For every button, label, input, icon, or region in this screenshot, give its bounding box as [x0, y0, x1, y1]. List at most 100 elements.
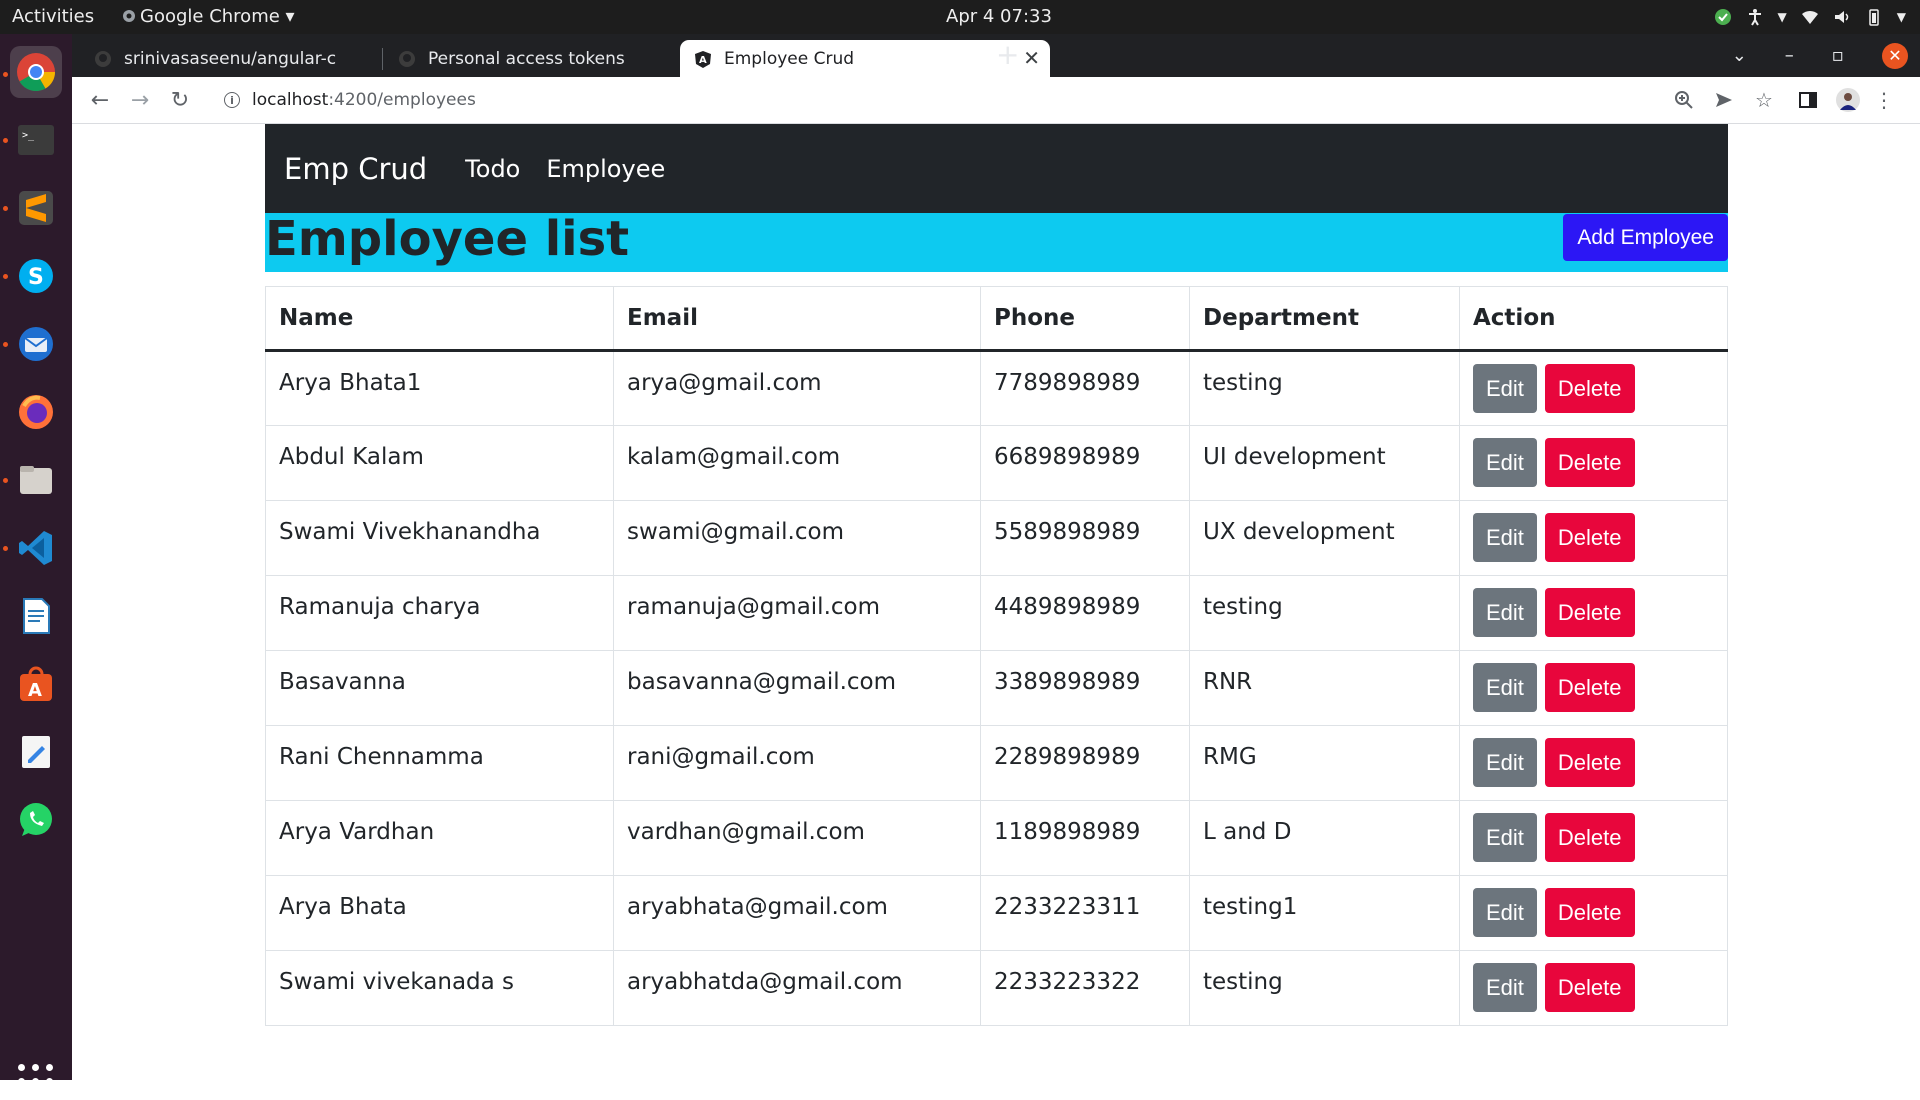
- maximize-button[interactable]: ▫: [1832, 45, 1844, 66]
- dock-thunderbird[interactable]: [10, 318, 62, 370]
- tab-github-repo[interactable]: srinivasaseenu/angular-cr: [80, 40, 370, 77]
- system-top-bar: Activities Google Chrome ▾ Apr 4 07:33 ▼…: [0, 0, 1920, 34]
- close-tab-icon[interactable]: ✕: [1023, 46, 1040, 70]
- edit-button[interactable]: Edit: [1473, 888, 1537, 937]
- employee-email-cell: arya@gmail.com: [613, 350, 981, 426]
- edit-button[interactable]: Edit: [1473, 513, 1537, 562]
- tab-search-icon[interactable]: ⌄: [1732, 45, 1747, 66]
- running-indicator: [3, 206, 8, 211]
- delete-button[interactable]: Delete: [1544, 438, 1635, 487]
- github-icon: [399, 50, 415, 67]
- side-panel-icon[interactable]: [1796, 88, 1820, 112]
- dock-terminal[interactable]: >_: [10, 114, 62, 166]
- edit-button[interactable]: Edit: [1473, 364, 1537, 413]
- profile-avatar[interactable]: [1836, 88, 1860, 112]
- table-row: Basavanna basavanna@gmail.com 3389898989 RN…: [265, 650, 1728, 726]
- delete-button[interactable]: Delete: [1544, 588, 1635, 637]
- back-icon[interactable]: ←: [86, 86, 114, 114]
- edit-button[interactable]: Edit: [1473, 738, 1537, 787]
- brand-link[interactable]: Emp Crud: [284, 152, 427, 186]
- edit-button[interactable]: Edit: [1473, 588, 1537, 637]
- system-menu-icon[interactable]: ▼: [1897, 10, 1906, 24]
- shield-check-icon[interactable]: [1714, 8, 1732, 26]
- tab-title: srinivasaseenu/angular-cr: [124, 48, 336, 69]
- delete-button[interactable]: Delete: [1544, 364, 1635, 413]
- system-tray[interactable]: ▼ ▼: [1714, 4, 1906, 30]
- wifi-icon[interactable]: [1801, 8, 1819, 26]
- dock-chrome[interactable]: [10, 46, 62, 98]
- tab-employee-crud[interactable]: A Employee Crud ✕: [680, 40, 1050, 77]
- activities-button[interactable]: Activities: [12, 6, 94, 27]
- employee-name-cell: Ramanuja charya: [265, 575, 614, 651]
- employee-department-cell: UI development: [1189, 425, 1460, 501]
- delete-button[interactable]: Delete: [1544, 663, 1635, 712]
- employee-name-cell: Swami vivekanada s: [265, 950, 614, 1026]
- employee-action-cell: Edit Delete: [1459, 425, 1728, 501]
- dock-sublime-text[interactable]: [10, 182, 62, 234]
- bookmark-star-icon[interactable]: ☆: [1752, 88, 1776, 112]
- close-window-button[interactable]: ✕: [1882, 42, 1908, 69]
- edit-button[interactable]: Edit: [1473, 963, 1537, 1012]
- dock-text-editor[interactable]: [10, 726, 62, 778]
- address-bar[interactable]: i localhost:4200/employees: [210, 83, 1540, 117]
- dock-skype[interactable]: S: [10, 250, 62, 302]
- edit-button[interactable]: Edit: [1473, 438, 1537, 487]
- employee-crud-app: Emp Crud Todo Employee Employee list Add…: [265, 124, 1728, 1026]
- svg-text:A: A: [28, 680, 42, 701]
- nav-link-employee[interactable]: Employee: [546, 155, 665, 183]
- delete-button[interactable]: Delete: [1544, 738, 1635, 787]
- accessibility-menu-icon[interactable]: ▼: [1778, 10, 1787, 24]
- reload-icon[interactable]: ↻: [166, 86, 194, 114]
- running-indicator: [3, 478, 8, 483]
- forward-icon[interactable]: →: [126, 86, 154, 114]
- dock-libreoffice-writer[interactable]: [10, 590, 62, 642]
- delete-button[interactable]: Delete: [1544, 813, 1635, 862]
- employee-email-cell: basavanna@gmail.com: [613, 650, 981, 726]
- terminal-icon: >_: [18, 125, 54, 155]
- edit-button[interactable]: Edit: [1473, 663, 1537, 712]
- dock: >_ S A: [0, 34, 72, 1099]
- table-row: Rani Chennamma rani@gmail.com 2289898989 RM…: [265, 725, 1728, 801]
- software-center-icon: A: [20, 666, 52, 701]
- employee-department-cell: L and D: [1189, 800, 1460, 876]
- employee-email-cell: aryabhatda@gmail.com: [613, 950, 981, 1026]
- clock[interactable]: Apr 4 07:33: [946, 6, 1052, 27]
- employee-action-cell: Edit Delete: [1459, 650, 1728, 726]
- add-employee-button[interactable]: Add Employee: [1563, 214, 1728, 261]
- dock-whatsapp[interactable]: [10, 794, 62, 846]
- zoom-icon[interactable]: [1672, 88, 1696, 112]
- app-menu[interactable]: Google Chrome ▾: [122, 6, 295, 27]
- employee-action-cell: Edit Delete: [1459, 800, 1728, 876]
- employee-email-cell: aryabhata@gmail.com: [613, 875, 981, 951]
- employee-action-cell: Edit Delete: [1459, 575, 1728, 651]
- svg-text:S: S: [28, 265, 44, 290]
- employee-name-cell: Swami Vivekhanandha: [265, 500, 614, 576]
- menu-kebab-icon[interactable]: ⋮: [1872, 88, 1896, 112]
- app-menu-label: Google Chrome ▾: [140, 6, 295, 27]
- column-header-department: Department: [1189, 286, 1460, 352]
- table-row: Abdul Kalam kalam@gmail.com 6689898989 UI d…: [265, 425, 1728, 501]
- employee-department-cell: RMG: [1189, 725, 1460, 801]
- tab-title: Employee Crud: [724, 48, 855, 69]
- whatsapp-icon: [20, 803, 52, 836]
- web-page: Emp Crud Todo Employee Employee list Add…: [72, 124, 1920, 1080]
- new-tab-button[interactable]: +: [996, 38, 1019, 71]
- delete-button[interactable]: Delete: [1544, 963, 1635, 1012]
- edit-button[interactable]: Edit: [1473, 813, 1537, 862]
- send-icon[interactable]: [1712, 88, 1736, 112]
- volume-icon[interactable]: [1833, 8, 1851, 26]
- vscode-icon: [19, 531, 52, 565]
- show-applications-grid-icon[interactable]: [18, 1064, 54, 1100]
- dock-files[interactable]: [10, 454, 62, 506]
- nav-link-todo[interactable]: Todo: [465, 155, 520, 183]
- battery-icon[interactable]: [1865, 8, 1883, 26]
- accessibility-icon[interactable]: [1746, 8, 1764, 26]
- site-info-icon[interactable]: i: [224, 92, 240, 108]
- employee-name-cell: Basavanna: [265, 650, 614, 726]
- dock-software-center[interactable]: A: [10, 658, 62, 710]
- dock-firefox[interactable]: [10, 386, 62, 438]
- minimize-button[interactable]: –: [1785, 45, 1794, 66]
- dock-vscode[interactable]: [10, 522, 62, 574]
- delete-button[interactable]: Delete: [1544, 888, 1635, 937]
- delete-button[interactable]: Delete: [1544, 513, 1635, 562]
